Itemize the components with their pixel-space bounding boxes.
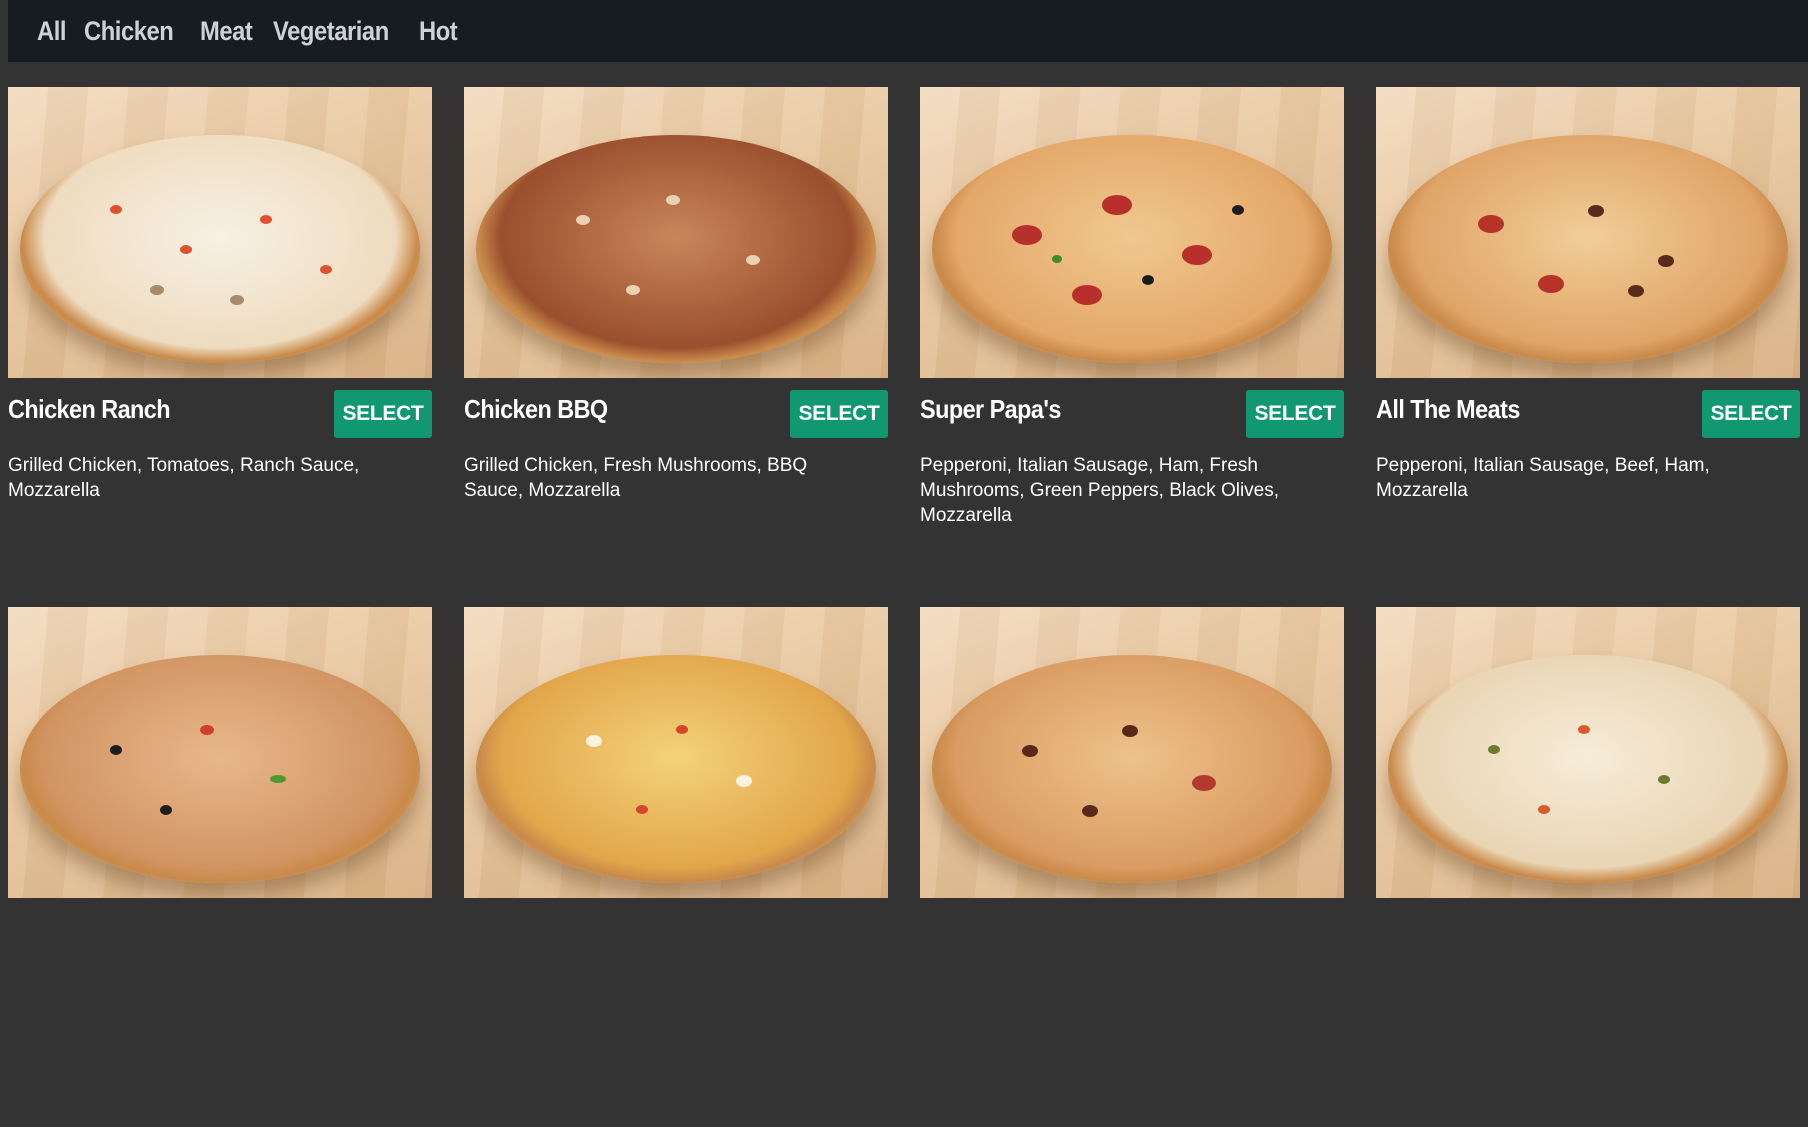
nav-item-all[interactable]: All	[37, 16, 66, 47]
product-description: Grilled Chicken, Tomatoes, Ranch Sauce, …	[8, 455, 360, 501]
product-card: SELECT	[8, 607, 432, 1127]
product-card: Chicken Ranch SELECT Grilled Chicken, To…	[8, 87, 432, 607]
product-title: Chicken Ranch	[8, 394, 171, 424]
pizza-image[interactable]	[920, 607, 1344, 898]
select-button[interactable]: SELECT	[790, 390, 888, 438]
product-grid: Chicken Ranch SELECT Grilled Chicken, To…	[8, 87, 1800, 1127]
select-button[interactable]: SELECT	[1702, 390, 1800, 438]
product-description: Pepperoni, Italian Sausage, Ham, Fresh M…	[920, 455, 1280, 526]
pizza-image[interactable]	[1376, 87, 1800, 378]
select-button[interactable]: SELECT	[334, 390, 432, 438]
category-nav: All Chicken Meat Vegetarian Hot	[8, 0, 1808, 62]
product-title: All The Meats	[1376, 394, 1520, 424]
product-card: All The Meats SELECT Pepperoni, Italian …	[1376, 87, 1800, 607]
product-card: Chicken BBQ SELECT Grilled Chicken, Fres…	[464, 87, 888, 607]
product-title: Chicken BBQ	[464, 394, 608, 424]
pizza-image[interactable]	[464, 87, 888, 378]
product-card: SELECT	[920, 607, 1344, 1127]
select-button[interactable]: SELECT	[1246, 390, 1344, 438]
pizza-image[interactable]	[464, 607, 888, 898]
nav-item-chicken[interactable]: Chicken	[84, 16, 174, 47]
pizza-image[interactable]	[1376, 607, 1800, 898]
pizza-image[interactable]	[8, 607, 432, 898]
product-description: Grilled Chicken, Fresh Mushrooms, BBQ Sa…	[464, 455, 808, 501]
product-title: Super Papa's	[920, 394, 1061, 424]
product-description: Pepperoni, Italian Sausage, Beef, Ham, M…	[1376, 455, 1710, 501]
nav-item-meat[interactable]: Meat	[200, 16, 253, 47]
pizza-image[interactable]	[8, 87, 432, 378]
product-card: SELECT	[464, 607, 888, 1127]
product-card: SELECT	[1376, 607, 1800, 1127]
product-card: Super Papa's SELECT Pepperoni, Italian S…	[920, 87, 1344, 607]
nav-item-hot[interactable]: Hot	[419, 16, 458, 47]
nav-item-vegetarian[interactable]: Vegetarian	[273, 16, 389, 47]
pizza-image[interactable]	[920, 87, 1344, 378]
